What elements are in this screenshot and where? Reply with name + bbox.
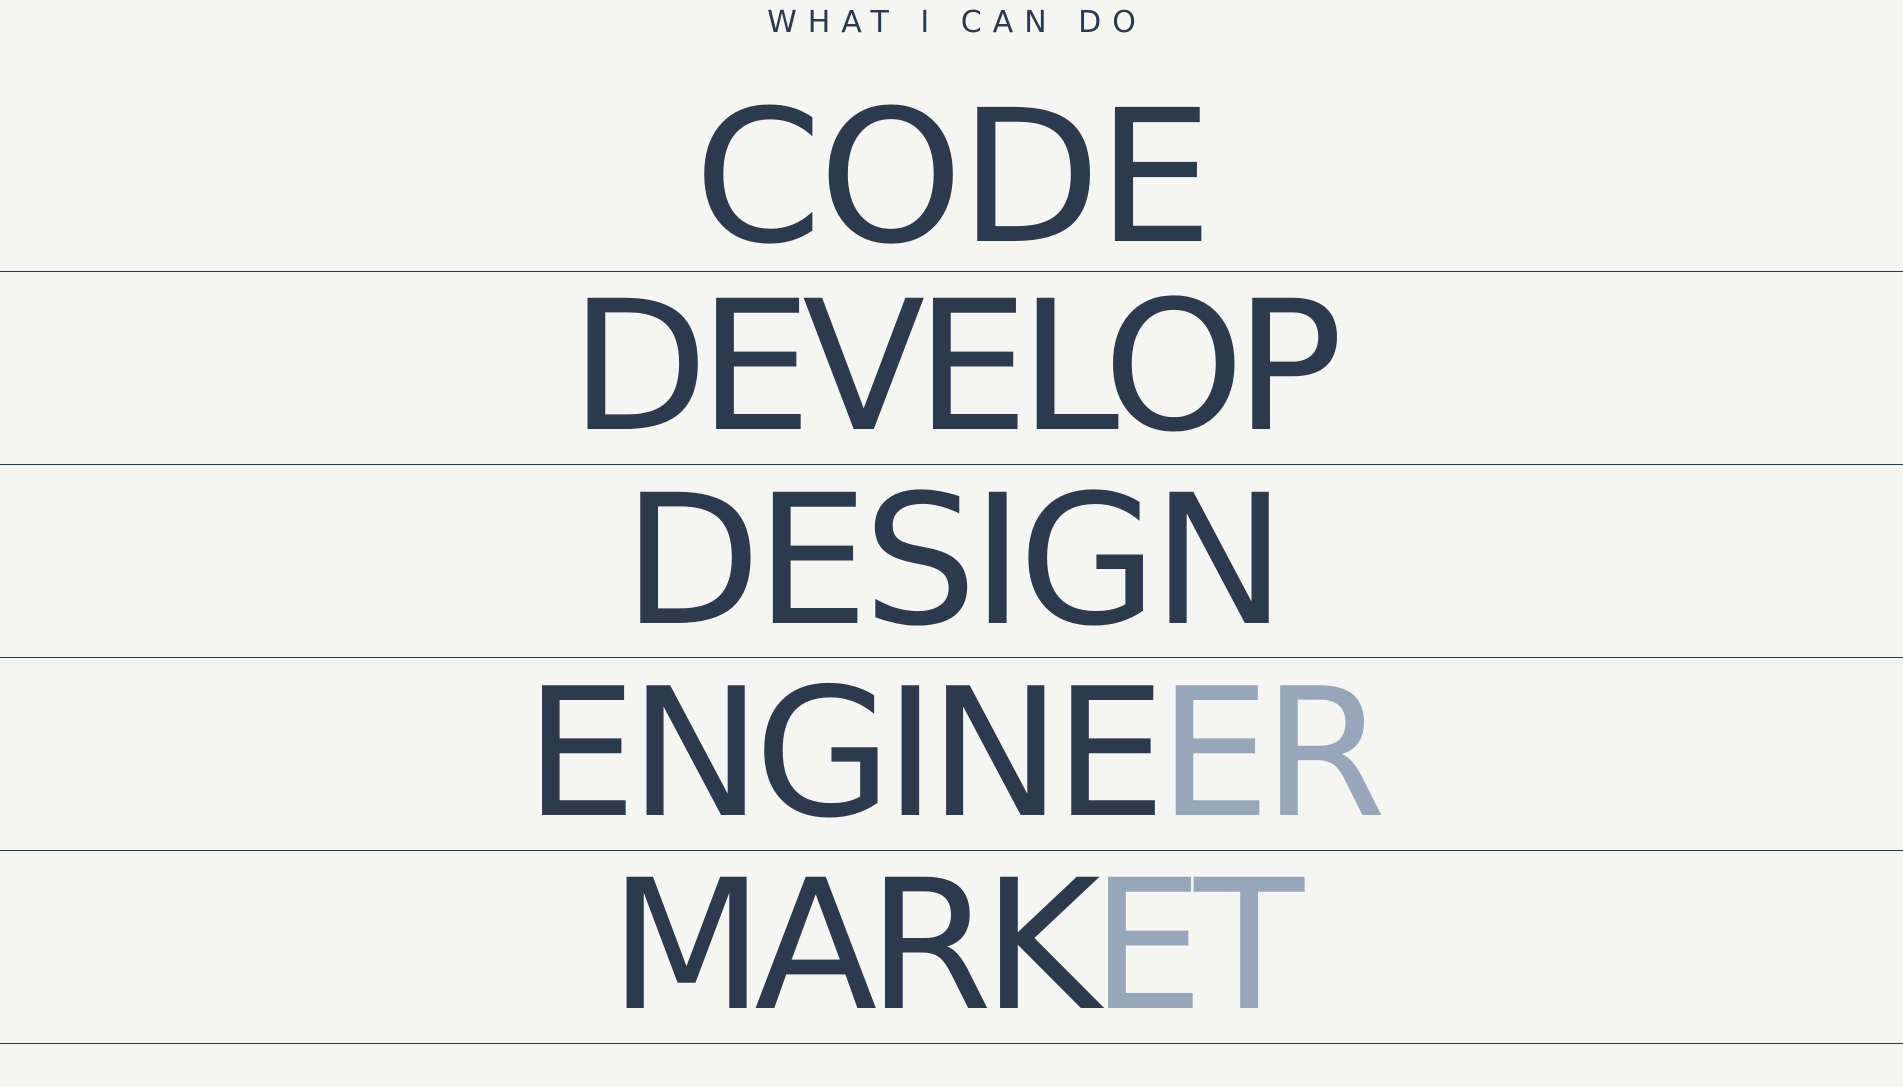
skill-word-market: MARKET bbox=[0, 857, 1903, 1037]
skill-word-design: DESIGN bbox=[0, 472, 1903, 652]
skill-word-muted: ER bbox=[1158, 658, 1386, 851]
skills-section: WHAT I CAN DO CODE DEVELOP DESIGN ENGINE… bbox=[0, 0, 1903, 1087]
skill-row-engineer: ENGINEER bbox=[0, 658, 1903, 851]
skill-word-filled: DESIGN bbox=[622, 465, 1287, 658]
skill-word-code: CODE bbox=[0, 86, 1903, 270]
skill-row-develop: DEVELOP bbox=[0, 272, 1903, 465]
skill-word-filled: CODE bbox=[693, 80, 1213, 272]
skill-word-filled: MARK bbox=[608, 851, 1101, 1044]
section-eyebrow: WHAT I CAN DO bbox=[767, 5, 1147, 40]
skill-row-code: CODE bbox=[0, 80, 1903, 272]
skill-row-design: DESIGN bbox=[0, 465, 1903, 658]
skill-word-muted: ET bbox=[1090, 851, 1304, 1044]
skill-row-market: MARKET bbox=[0, 851, 1903, 1044]
skill-word-filled: ENGINE bbox=[524, 658, 1167, 851]
skill-word-engineer: ENGINEER bbox=[0, 665, 1903, 843]
skill-word-develop: DEVELOP bbox=[0, 278, 1903, 458]
skill-word-filled: DEVELOP bbox=[569, 272, 1343, 465]
